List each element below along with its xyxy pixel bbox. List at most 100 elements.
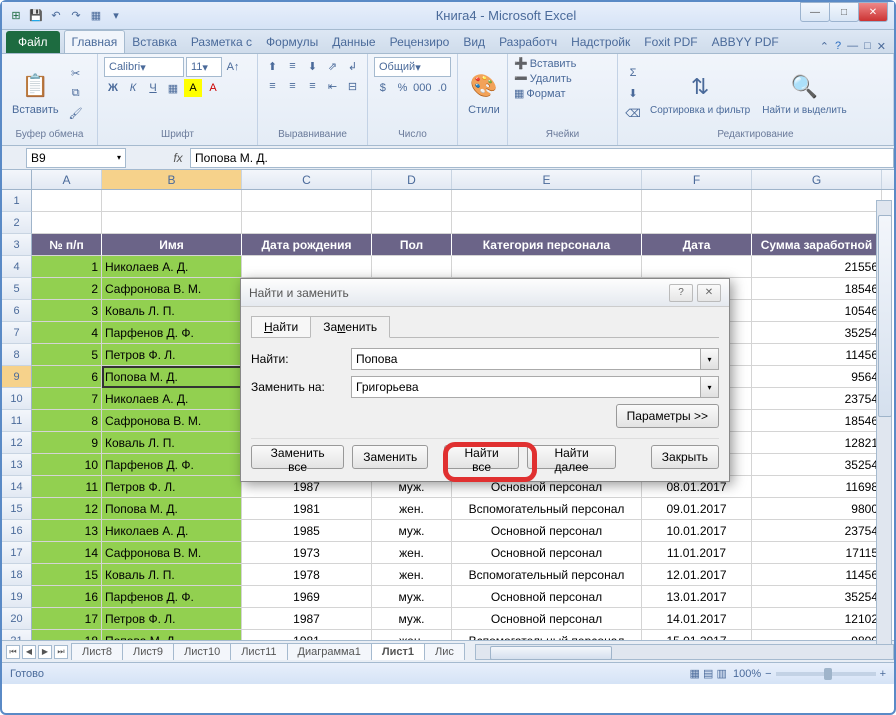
dialog-close-button[interactable]: ✕ (697, 284, 721, 302)
cell[interactable]: 13 (32, 520, 102, 542)
cell[interactable] (372, 256, 452, 278)
cell[interactable]: 11.01.2017 (642, 542, 752, 564)
cell[interactable]: Вспомогательный персонал (452, 564, 642, 586)
col-header-g[interactable]: G (752, 170, 882, 189)
cell[interactable] (102, 212, 242, 234)
align-right-icon[interactable]: ≡ (304, 77, 322, 95)
row-header[interactable]: 8 (2, 344, 32, 366)
row-header[interactable]: 7 (2, 322, 32, 344)
cell[interactable]: жен. (372, 564, 452, 586)
cell[interactable]: 11698 (752, 476, 882, 498)
cell[interactable]: 13.01.2017 (642, 586, 752, 608)
col-header-f[interactable]: F (642, 170, 752, 189)
cell[interactable]: жен. (372, 630, 452, 640)
row-header[interactable]: 10 (2, 388, 32, 410)
view-normal-icon[interactable]: ▦ (690, 667, 700, 680)
cell[interactable]: жен. (372, 498, 452, 520)
sheet-tab[interactable]: Лист11 (230, 643, 287, 660)
select-all-corner[interactable] (2, 170, 32, 189)
align-center-icon[interactable]: ≡ (284, 77, 302, 95)
paste-button[interactable]: 📋 Вставить (8, 68, 63, 118)
tab-data[interactable]: Данные (325, 31, 382, 53)
cell[interactable]: Вспомогательный персонал (452, 498, 642, 520)
table-header-cell[interactable]: Категория персонала (452, 234, 642, 256)
cell[interactable]: 15 (32, 564, 102, 586)
styles-button[interactable]: 🎨 Стили (464, 68, 504, 118)
row-header[interactable]: 5 (2, 278, 32, 300)
form-icon[interactable]: ▦ (88, 8, 104, 24)
sheet-nav-last-icon[interactable]: ⏭ (54, 645, 68, 659)
horizontal-scrollbar[interactable] (475, 644, 894, 660)
clear-icon[interactable]: ⌫ (624, 104, 642, 122)
cell[interactable]: муж. (372, 586, 452, 608)
sheet-tab[interactable]: Лист9 (122, 643, 174, 660)
cell[interactable]: 1981 (242, 630, 372, 640)
cell[interactable]: 23754 (752, 388, 882, 410)
cell[interactable]: 1985 (242, 520, 372, 542)
sheet-nav-first-icon[interactable]: ⏮ (6, 645, 20, 659)
options-button[interactable]: Параметры >> (616, 404, 719, 428)
cell[interactable]: 8 (32, 410, 102, 432)
cell[interactable]: Петров Ф. Л. (102, 608, 242, 630)
cell[interactable]: 9800 (752, 630, 882, 640)
doc-close-icon[interactable]: ✕ (877, 40, 886, 53)
cell[interactable]: 5 (32, 344, 102, 366)
row-header[interactable]: 9 (2, 366, 32, 388)
cell[interactable]: Сафронова В. М. (102, 542, 242, 564)
cell[interactable]: 11456 (752, 564, 882, 586)
row-header[interactable]: 11 (2, 410, 32, 432)
row-header[interactable]: 3 (2, 234, 32, 256)
view-pagebreak-icon[interactable]: ▥ (716, 667, 726, 680)
cell[interactable]: 9564 (752, 366, 882, 388)
redo-icon[interactable]: ↷ (68, 8, 84, 24)
tab-insert[interactable]: Вставка (125, 31, 184, 53)
row-header[interactable]: 6 (2, 300, 32, 322)
underline-button[interactable]: Ч (144, 79, 162, 97)
cell[interactable] (102, 190, 242, 212)
cell[interactable] (642, 256, 752, 278)
tab-foxit[interactable]: Foxit PDF (637, 31, 704, 53)
cell[interactable]: 1 (32, 256, 102, 278)
orientation-icon[interactable]: ⇗ (324, 57, 342, 75)
dialog-help-button[interactable]: ? (669, 284, 693, 302)
col-header-b[interactable]: B (102, 170, 242, 189)
cell[interactable]: 21556 (752, 256, 882, 278)
cell[interactable]: Основной персонал (452, 608, 642, 630)
col-header-c[interactable]: C (242, 170, 372, 189)
format-painter-icon[interactable]: 🖌 (67, 104, 85, 122)
cell[interactable]: 10546 (752, 300, 882, 322)
cell[interactable]: 17115 (752, 542, 882, 564)
row-header[interactable]: 15 (2, 498, 32, 520)
cell[interactable]: 09.01.2017 (642, 498, 752, 520)
cell[interactable] (642, 212, 752, 234)
cell[interactable] (242, 212, 372, 234)
row-header[interactable]: 21 (2, 630, 32, 640)
cell[interactable]: 1969 (242, 586, 372, 608)
row-header[interactable]: 4 (2, 256, 32, 278)
cell[interactable]: Парфенов Д. Ф. (102, 454, 242, 476)
sheet-tab[interactable]: Диаграмма1 (287, 643, 372, 660)
row-header[interactable]: 17 (2, 542, 32, 564)
cell[interactable]: 1973 (242, 542, 372, 564)
align-top-icon[interactable]: ⬆ (264, 57, 282, 75)
tab-abbyy[interactable]: ABBYY PDF (705, 31, 786, 53)
row-header[interactable]: 20 (2, 608, 32, 630)
table-header-cell[interactable]: Сумма заработной (752, 234, 882, 256)
close-button[interactable]: ✕ (858, 2, 888, 22)
cell[interactable]: 15.01.2017 (642, 630, 752, 640)
cell[interactable]: 3 (32, 300, 102, 322)
cell[interactable] (752, 190, 882, 212)
cell[interactable] (32, 190, 102, 212)
tab-formulas[interactable]: Формулы (259, 31, 325, 53)
find-dropdown-icon[interactable]: ▾ (701, 348, 719, 370)
cell[interactable] (242, 190, 372, 212)
sheet-tab[interactable]: Лис (424, 643, 465, 660)
tab-developer[interactable]: Разработч (492, 31, 564, 53)
cell[interactable]: 35254 (752, 586, 882, 608)
table-header-cell[interactable]: Дата (642, 234, 752, 256)
align-left-icon[interactable]: ≡ (264, 77, 282, 95)
border-icon[interactable]: ▦ (164, 79, 182, 97)
cell[interactable]: 9 (32, 432, 102, 454)
cell[interactable]: Попова М. Д. (102, 366, 242, 388)
cell[interactable]: Коваль Л. П. (102, 432, 242, 454)
